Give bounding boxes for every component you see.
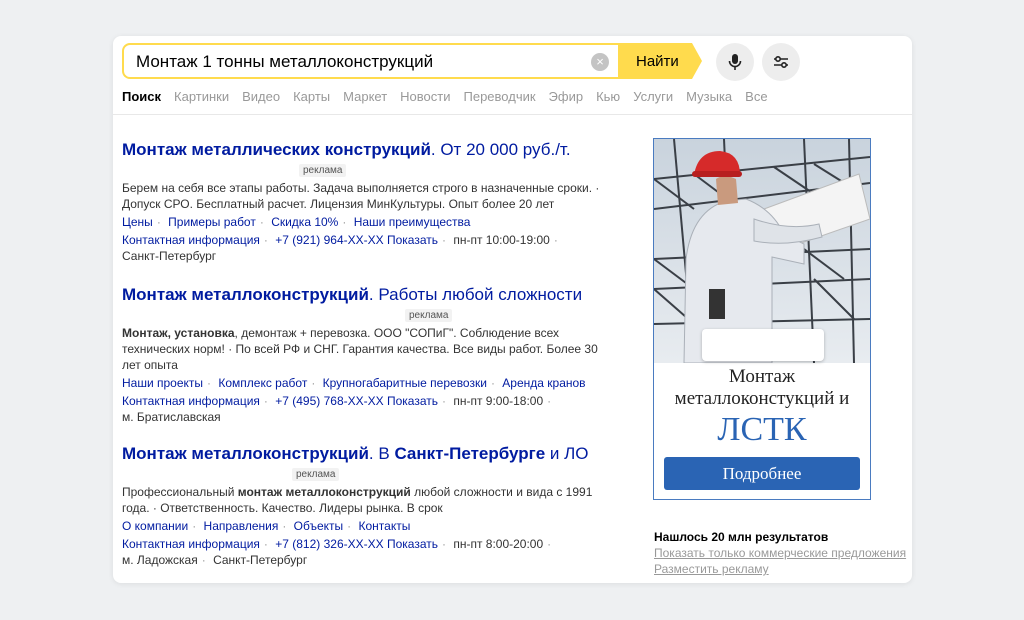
banner-text-line-3: ЛСТК <box>717 411 807 448</box>
result-title-bold: Монтаж металлоконструкций <box>122 444 369 463</box>
result-title[interactable]: Монтаж металлоконструкций. Работы любой … <box>122 285 612 305</box>
banner-more-button[interactable]: Подробнее <box>664 457 860 490</box>
description-bold: Монтаж, установка <box>122 326 235 340</box>
result-contacts: Контактная информация · +7 (812) 326-XX-X… <box>122 537 552 567</box>
sitelink[interactable]: Наши преимущества <box>354 215 471 229</box>
contact-info-link[interactable]: Контактная информация <box>122 537 260 551</box>
address: Санкт-Петербург <box>122 249 217 263</box>
description-pre: Профессиональный <box>122 485 238 499</box>
banner-text-line-2: металлоконстукций и <box>674 388 850 409</box>
result-description: Профессиональный монтаж металлоконструкц… <box>122 484 612 516</box>
description-bold: монтаж металлоконструкций <box>237 485 411 499</box>
commercial-offers-link[interactable]: Показать только коммерческие предложения <box>654 546 906 560</box>
work-hours: пн-пт 10:00-19:00 <box>453 233 550 247</box>
result-description: Берем на себя все этапы работы. Задача в… <box>122 181 600 211</box>
tab-market[interactable]: Маркет <box>343 89 387 104</box>
result-title-rest: и ЛО <box>545 444 589 463</box>
tab-q[interactable]: Кью <box>596 89 620 104</box>
phone-link[interactable]: +7 (921) 964-XX-XX Показать <box>275 233 438 247</box>
sitelink[interactable]: Направления <box>204 519 279 533</box>
search-result-3: Монтаж металлоконструкций. В Санкт-Петер… <box>122 444 612 568</box>
ad-label: реклама <box>405 309 453 322</box>
find-button[interactable]: Найти <box>618 43 692 79</box>
tab-video[interactable]: Видео <box>242 89 280 104</box>
tabs-divider <box>113 114 912 115</box>
work-hours: пн-пт 9:00-18:00 <box>453 394 544 408</box>
result-title[interactable]: Монтаж металлоконструкций. В Санкт-Петер… <box>122 444 612 464</box>
sitelink[interactable]: Контакты <box>359 519 411 533</box>
result-description: Монтаж, установка, демонтаж + перевозка.… <box>122 325 612 373</box>
filters-button[interactable] <box>762 43 800 81</box>
result-sitelinks: Цены · Примеры работ · Скидка 10% · Наши пр… <box>122 215 471 229</box>
tab-news[interactable]: Новости <box>400 89 450 104</box>
ad-label: реклама <box>299 164 347 177</box>
search-input[interactable] <box>136 51 586 73</box>
result-contacts: Контактная информация · +7 (921) 964-XX-X… <box>122 233 558 263</box>
clear-icon[interactable]: × <box>591 53 609 71</box>
ad-label: реклама <box>292 468 340 481</box>
tab-broadcast[interactable]: Эфир <box>549 89 584 104</box>
advertise-link[interactable]: Разместить рекламу <box>654 562 769 576</box>
sitelink[interactable]: Аренда кранов <box>502 376 585 390</box>
phone-link[interactable]: +7 (495) 768-XX-XX Показать <box>275 394 438 408</box>
tab-maps[interactable]: Карты <box>293 89 330 104</box>
result-title-bold: Монтаж металлических конструкций <box>122 140 431 159</box>
sitelink[interactable]: Объекты <box>294 519 344 533</box>
address-city: Санкт-Петербург <box>213 553 308 567</box>
tab-search[interactable]: Поиск <box>122 89 161 104</box>
tab-images[interactable]: Картинки <box>174 89 229 104</box>
result-title-bold-2: Санкт-Петербурге <box>394 444 546 463</box>
sliders-icon <box>774 56 788 69</box>
sitelink[interactable]: Цены <box>122 215 153 229</box>
result-title-rest: . Работы любой сложности <box>368 285 583 304</box>
result-title-bold: Монтаж металлоконструкций <box>122 285 369 304</box>
contact-info-link[interactable]: Контактная информация <box>122 394 260 408</box>
results-count: Нашлось 20 млн результатов <box>654 530 829 544</box>
search-result-1: Монтаж металлических конструкций. От 20 … <box>122 140 612 264</box>
ad-banner[interactable]: Монтаж металлоконстукций и ЛСТК Подробне… <box>653 138 871 500</box>
phone-link[interactable]: +7 (812) 326-XX-XX Показать <box>275 537 438 551</box>
contact-info-link[interactable]: Контактная информация <box>122 233 260 247</box>
result-title-mid: . В <box>368 444 395 463</box>
banner-text-line-1: Монтаж <box>728 366 796 387</box>
tab-services[interactable]: Услуги <box>633 89 673 104</box>
search-box: × <box>122 43 618 79</box>
search-bar: × Найти <box>122 43 702 79</box>
sitelink[interactable]: Крупногабаритные перевозки <box>323 376 487 390</box>
sitelink[interactable]: Наши проекты <box>122 376 203 390</box>
banner-logo-plate <box>702 329 824 361</box>
work-hours: пн-пт 8:00-20:00 <box>453 537 544 551</box>
address: м. Братиславская <box>122 410 221 424</box>
tab-all[interactable]: Все <box>745 89 767 104</box>
sitelink[interactable]: Комплекс работ <box>218 376 307 390</box>
microphone-button[interactable] <box>716 43 754 81</box>
search-tabs: Поиск Картинки Видео Карты Маркет Новост… <box>122 89 781 104</box>
microphone-icon <box>728 54 742 70</box>
search-result-2: Монтаж металлоконструкций. Работы любой … <box>122 285 612 425</box>
address: м. Ладожская <box>122 553 198 567</box>
result-contacts: Контактная информация · +7 (495) 768-XX-X… <box>122 394 552 424</box>
result-sitelinks: О компании · Направления · Объекты · Контак… <box>122 519 411 533</box>
tab-translator[interactable]: Переводчик <box>464 89 536 104</box>
result-title-rest: . От 20 000 руб./т. <box>430 140 571 159</box>
tab-music[interactable]: Музыка <box>686 89 732 104</box>
sitelink[interactable]: О компании <box>122 519 188 533</box>
result-title[interactable]: Монтаж металлических конструкций. От 20 … <box>122 140 612 160</box>
sitelink[interactable]: Скидка 10% <box>271 215 338 229</box>
result-sitelinks: Наши проекты · Комплекс работ · Крупногаба… <box>122 376 586 390</box>
find-button-arrow <box>692 43 702 79</box>
sitelink[interactable]: Примеры работ <box>168 215 256 229</box>
browser-window: × Найти Поиск Картинки Видео Карты Марке… <box>113 36 912 583</box>
